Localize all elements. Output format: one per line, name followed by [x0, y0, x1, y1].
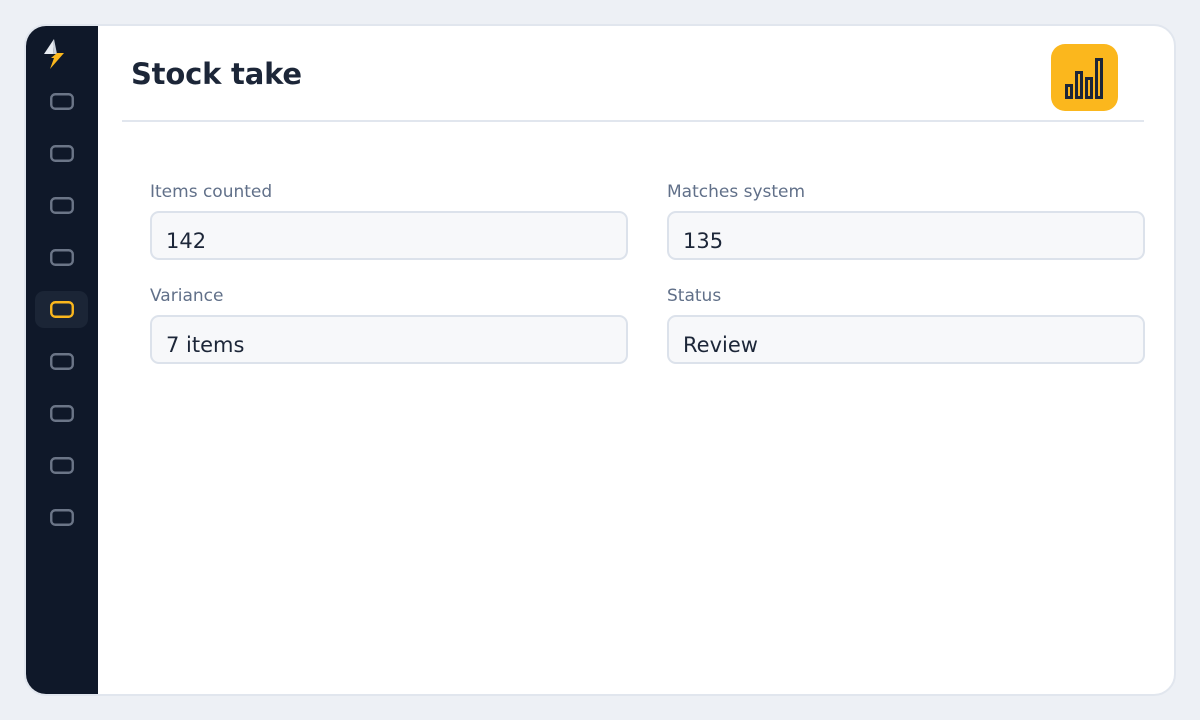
main-panel: Stock take Items counted 142 Matches sys…: [98, 26, 1174, 694]
rounded-rect-icon: [49, 457, 74, 474]
sidebar-item-7[interactable]: [35, 395, 88, 432]
sidebar-item-4[interactable]: [35, 239, 88, 276]
items-counted-label: Items counted: [150, 182, 273, 202]
sidebar-item-2[interactable]: [35, 135, 88, 172]
report-button[interactable]: [1051, 44, 1118, 111]
status-field: Status Review: [667, 285, 1145, 364]
variance-input[interactable]: 7 items: [150, 315, 628, 364]
matches-system-label: Matches system: [667, 182, 806, 202]
sidebar-item-8[interactable]: [35, 447, 88, 484]
status-input[interactable]: Review: [667, 315, 1145, 364]
sidebar-item-5[interactable]: [35, 291, 88, 328]
rounded-rect-icon: [49, 509, 74, 526]
sidebar-item-9[interactable]: [35, 499, 88, 536]
sidebar-item-1[interactable]: [35, 83, 88, 120]
items-counted-input[interactable]: 142: [150, 211, 628, 260]
sidebar-rail: [26, 26, 98, 694]
matches-system-input[interactable]: 135: [667, 211, 1145, 260]
rounded-rect-icon: [49, 93, 74, 110]
app-window: Stock take Items counted 142 Matches sys…: [24, 24, 1176, 696]
items-counted-field: Items counted 142: [150, 181, 628, 260]
lightning-logo-icon[interactable]: [40, 38, 68, 70]
rounded-rect-icon: [49, 197, 74, 214]
variance-label: Variance: [150, 286, 224, 306]
rounded-rect-icon: [49, 301, 74, 318]
bar-chart-icon: [1064, 57, 1103, 99]
status-label: Status: [667, 286, 722, 306]
header-divider: [122, 120, 1144, 122]
rounded-rect-icon: [49, 249, 74, 266]
rounded-rect-icon: [49, 353, 74, 370]
matches-system-field: Matches system 135: [667, 181, 1145, 260]
sidebar-item-3[interactable]: [35, 187, 88, 224]
sidebar-item-6[interactable]: [35, 343, 88, 380]
rounded-rect-icon: [49, 405, 74, 422]
page-title: Stock take: [131, 57, 302, 91]
rounded-rect-icon: [49, 145, 74, 162]
variance-field: Variance 7 items: [150, 285, 628, 364]
